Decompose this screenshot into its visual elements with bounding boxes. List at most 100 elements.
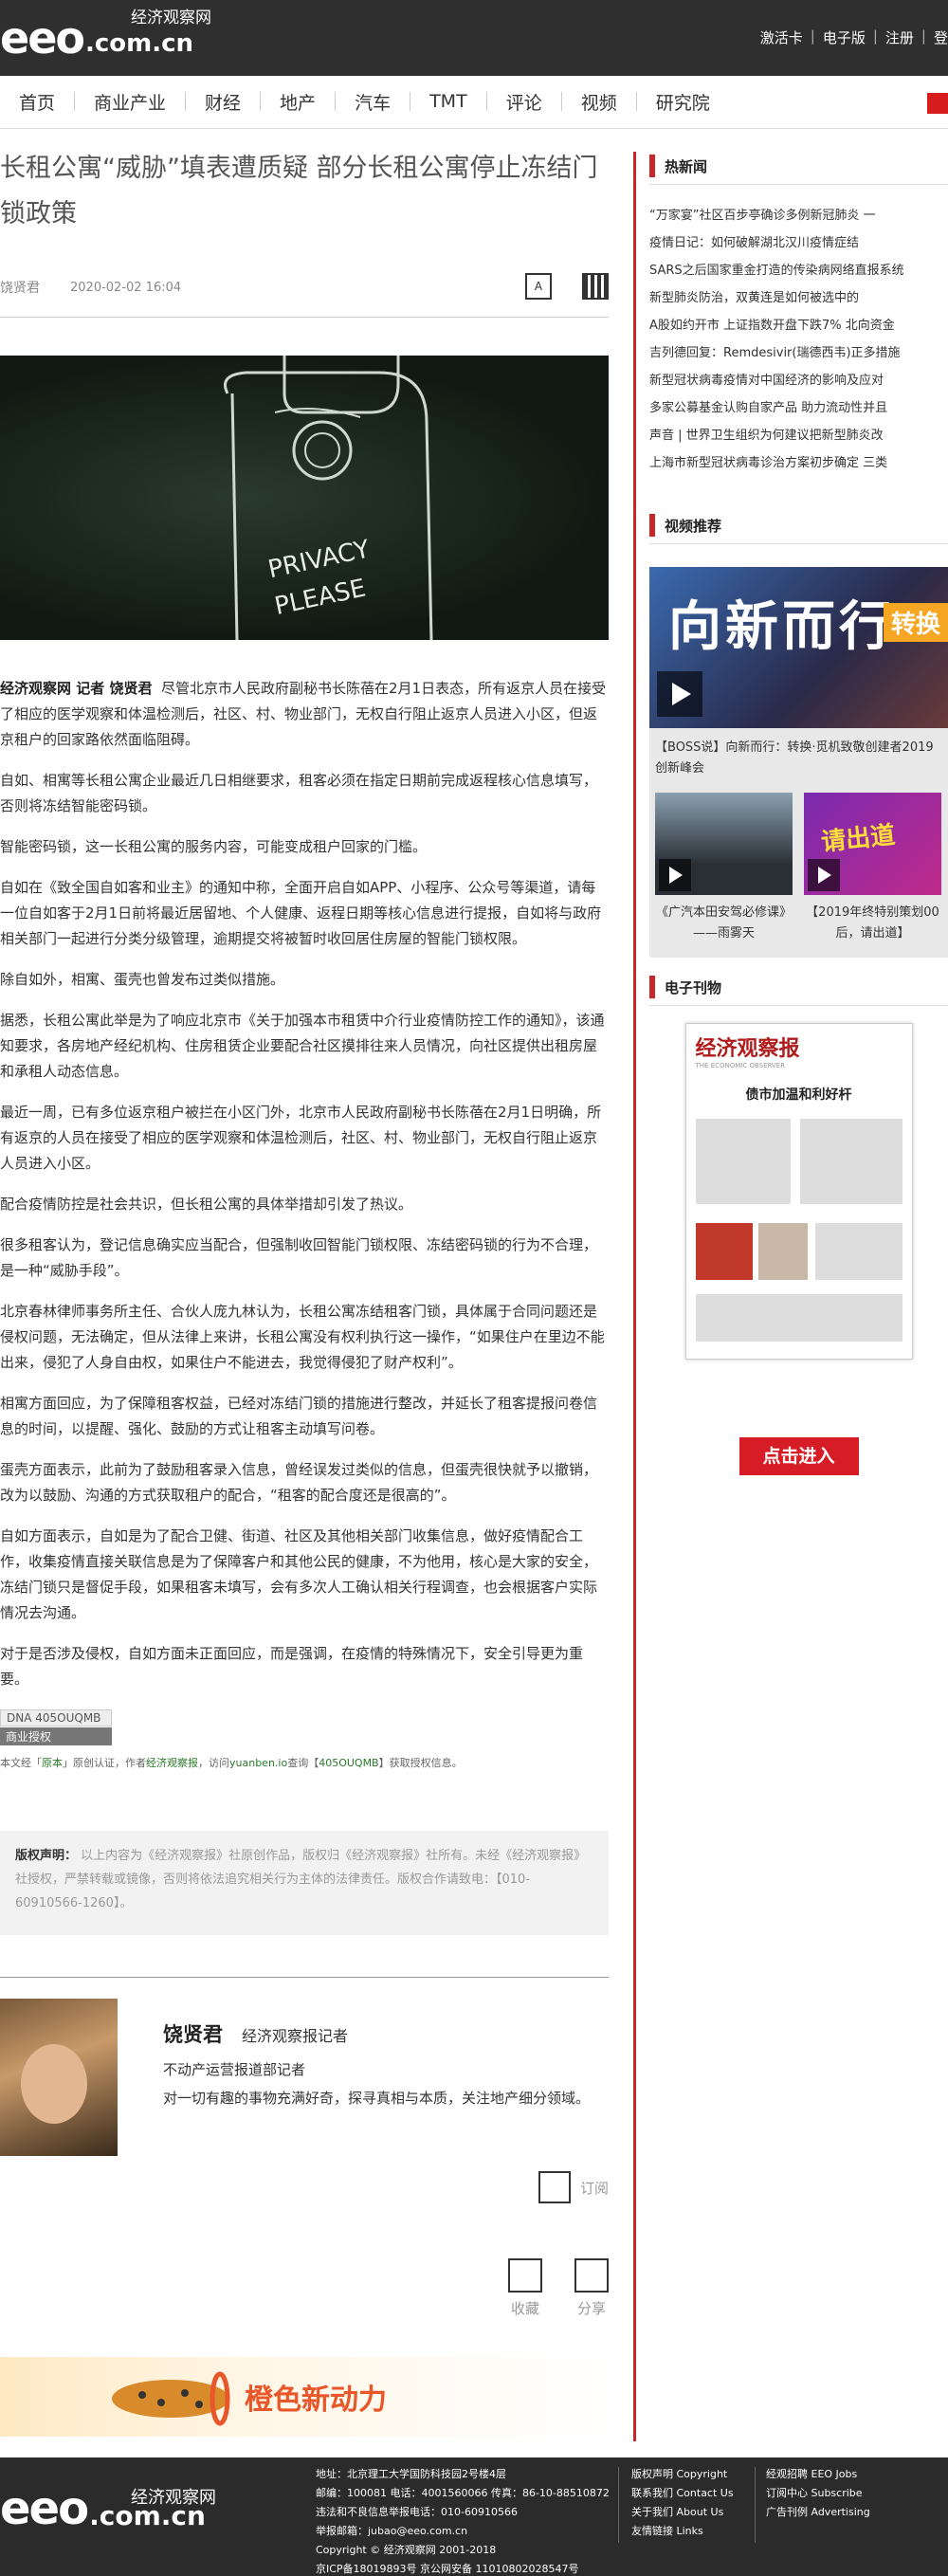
author-name[interactable]: 饶贤君 [163,2019,223,2048]
author-card: 饶贤君 经济观察报记者 不动产运营报道部记者 对一切有趣的事物充满好奇，探寻真相… [0,1999,609,2160]
article-paragraph: 相寓方面回应，为了保障租客权益，已经对冻结门锁的措施进行整改，并延长了租客提报问… [0,1395,598,1437]
nav-separator [335,92,337,111]
copyright-box: 版权声明： 以上内容为《经济观察报》社原创作品，版权归《经济观察报》社所有。未经… [0,1831,609,1935]
list-item[interactable]: A股如约开市 上证指数开盘下跌7% 北向资金 [649,312,948,339]
list-item[interactable]: “万家宴”社区百步亭确诊多例新冠肺炎 一 [649,202,948,229]
article-author[interactable]: 饶贤君 [0,278,40,297]
rights-link-yuanben[interactable]: 原本 [42,1757,63,1769]
nav-item-video[interactable]: 视频 [581,89,656,115]
article-paragraph: 北京春林律师事务所主任、合伙人庞九林认为，长租公寓冻结租客门锁，具体属于合同问题… [0,1303,605,1371]
nav-separator [560,92,562,111]
video-thumbnail [655,793,793,895]
video-item[interactable]: 《广汽本田安驾必修课》——雨雾天 [655,793,793,944]
share-button[interactable]: 分享 [573,2258,611,2318]
footer-link[interactable]: 广告刊例 Advertising [766,2503,870,2522]
column-divider [633,152,636,2441]
share-label: 分享 [576,2300,606,2317]
lead-byline: 经济观察网 记者 饶贤君 [0,680,153,697]
list-item[interactable]: 声音 | 世界卫生组织为何建议把新型肺炎改 [649,422,948,449]
play-icon[interactable] [808,859,840,891]
article-paragraph: 据悉，长租公寓此举是为了响应北京市《关于加强本市租赁中介行业疫情防控工作的通知》… [0,1012,605,1080]
register-link[interactable]: 注册 [885,27,914,47]
rights-link-site[interactable]: yuanben.io [229,1757,287,1769]
nav-separator [485,92,487,111]
separator: | [810,27,815,45]
article-paragraph: 最近一周，已有多位返京租户被拦在小区门外，北京市人民政府副秘书长陈蓓在2月1日明… [0,1104,602,1172]
nav-separator [635,92,637,111]
activate-card-link[interactable]: 激活卡 [760,27,803,47]
list-item[interactable]: SARS之后国家重金打造的传染病网络直报系统 [649,257,948,284]
footer-info: 地址：北京理工大学国防科技园2号楼4层 邮编：100081 电话：4001560… [316,2465,610,2576]
nav-search-button[interactable] [927,93,948,114]
article-tools: A [525,273,609,300]
footer-link[interactable]: 经观招聘 EEO Jobs [766,2465,870,2484]
video-caption[interactable]: 【BOSS说】向新而行：转换·觅机致敬创建者2019创新峰会 [649,728,948,781]
list-item[interactable]: 多家公募基金认购自家产品 助力流动性并且 [649,394,948,422]
article-actions: 收藏 分享 [506,2258,611,2318]
nav-item-auto[interactable]: 汽车 [355,89,429,115]
nav-item-opinion[interactable]: 评论 [506,89,581,115]
nav-item-home[interactable]: 首页 [19,89,94,115]
epaper-link[interactable]: 电子版 [823,27,866,47]
font-size-icon[interactable]: A [525,273,552,300]
list-item[interactable]: 上海市新型冠状病毒诊治方案初步确定 三类 [649,449,948,477]
nav-item-business[interactable]: 商业产业 [94,89,205,115]
video-item[interactable]: 请出道 【2019年终特别策划00后，请出道】 [804,793,941,944]
section-marker [649,976,655,998]
hot-news-list: “万家宴”社区百步亭确诊多例新冠肺炎 一 疫情日记：如何破解湖北汉川疫情症结 S… [649,202,948,477]
dna-code: DNA 405OUQMB [0,1709,112,1726]
author-avatar[interactable] [0,1999,118,2156]
qr-code-icon[interactable] [582,273,609,300]
epaper-cover[interactable]: 经济观察报 THE ECONOMIC OBSERVER 债市加温和利好杆 [684,1023,913,1360]
login-link[interactable]: 登 [934,27,948,47]
epaper-subtitle: THE ECONOMIC OBSERVER [695,1062,786,1069]
article-hero-image: PRIVACY PLEASE [0,356,609,640]
article-paragraph: 配合疫情防控是社会共识，但长租公寓的具体举措却引发了热议。 [0,1196,413,1213]
article-column: 长租公寓“威胁”填表遭质疑 部分长租公寓停止冻结门锁政策 饶贤君 2020-02… [0,129,609,2160]
list-item[interactable]: 新型肺炎防治，双黄连是如何被选中的 [649,284,948,312]
subscribe-button[interactable]: 订阅 [538,2171,609,2203]
article-paragraph: 很多租客认为，登记信息确实应当配合，但强制收回智能门锁权限、冻结密码锁的行为不合… [0,1236,598,1279]
video-main-text: 向新而行 [668,596,896,658]
footer-links-1: 版权声明 Copyright 联系我们 Contact Us 关于我们 Abou… [631,2465,734,2541]
video-main-badge: 转换 [883,603,948,642]
footer-link[interactable]: 联系我们 Contact Us [631,2484,734,2503]
list-item[interactable]: 新型冠状病毒疫情对中国经济的影响及应对 [649,367,948,394]
site-footer: eeo .com.cn 经济观察网 地址：北京理工大学国防科技园2号楼4层 邮编… [0,2457,948,2576]
author-role: 经济观察报记者 [242,2027,349,2045]
footer-logo-text: eeo [0,2482,89,2535]
play-icon[interactable] [659,859,691,891]
footer-divider [755,2467,756,2543]
nav-item-finance[interactable]: 财经 [205,89,280,115]
nav-item-tmt[interactable]: TMT [429,91,506,112]
nav-label: 评论 [505,92,542,114]
favorite-label: 收藏 [510,2300,539,2317]
article-title: 长租公寓“威胁”填表遭质疑 部分长租公寓停止冻结门锁政策 [0,154,598,228]
dna-badge[interactable]: DNA 405OUQMB 商业授权 [0,1709,112,1745]
list-item[interactable]: 吉列德回复：Remdesivir(瑞德西韦)正多措施 [649,339,948,367]
leopard-illustration [112,2371,230,2426]
footer-link[interactable]: 关于我们 About Us [631,2503,734,2522]
footer-link[interactable]: 友情链接 Links [631,2522,734,2541]
avatar-face [21,2044,87,2124]
favorite-button[interactable]: 收藏 [506,2258,544,2318]
rights-code: 405OUQMB [319,1757,379,1769]
star-icon [508,2258,542,2293]
footer-link[interactable]: 版权声明 Copyright [631,2465,734,2484]
nav-item-realestate[interactable]: 地产 [280,89,355,115]
footer-link[interactable]: 订阅中心 Subscribe [766,2484,870,2503]
featured-video[interactable]: 向新而行 转换 [649,567,948,728]
divider [649,184,948,185]
subscribe-plus-icon [538,2171,571,2203]
list-item[interactable]: 疫情日记：如何破解湖北汉川疫情症结 [649,229,948,257]
article-body: 经济观察网 记者 饶贤君 尽管北京市人民政府副秘书长陈蓓在2月1日表态，所有返京… [0,676,609,1692]
ad-banner[interactable]: 橙色新动力 [0,2357,614,2437]
nav-item-research[interactable]: 研究院 [656,89,729,115]
article-paragraph: 自如、相寓等长租公寓企业最近几日相继要求，租客必须在指定日期前完成返程核心信息填… [0,772,598,814]
play-icon[interactable] [657,671,702,717]
epaper-enter-button[interactable]: 点击进入 [738,1437,859,1475]
hero-illustration: PRIVACY PLEASE [224,356,433,640]
rights-text: 本文经「 [0,1757,42,1769]
rights-link-author[interactable]: 经济观察报 [146,1757,198,1769]
article-paragraph: 蛋壳方面表示，此前为了鼓励租客录入信息，曾经误发过类似的信息，但蛋壳很快就予以撤… [0,1461,598,1504]
